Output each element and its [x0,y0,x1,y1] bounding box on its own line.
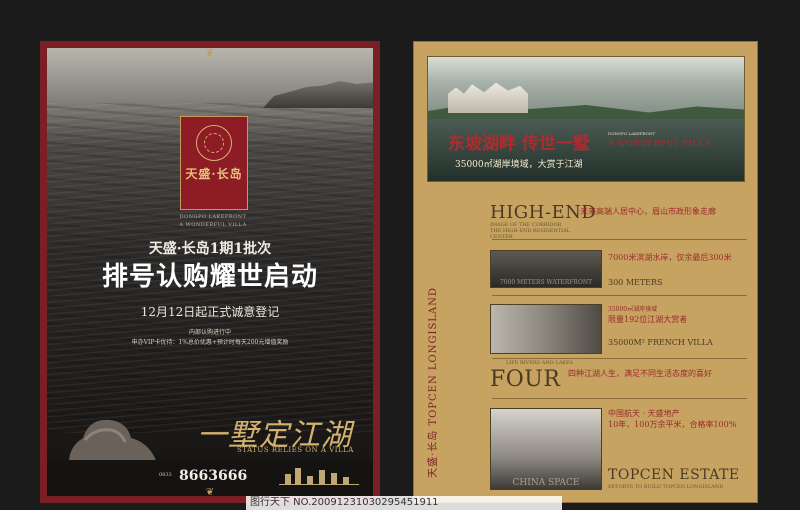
divider [492,239,747,240]
divider [492,295,747,296]
under-logo-line2: A WONDERFUL VILLA [179,222,247,228]
right-poster: 东坡湖畔 传世一墅 DONGPO LAKEFRONT A WONDERFUL V… [413,41,758,503]
side-text: 天盛·长岛 TOPCEN LONGISLAND [427,287,439,478]
offer-details: 内部认购进行中 申办VIP卡优待：1%总价优惠+预计时每天200元增值奖励 [47,328,373,348]
main-headline: 排号认购耀世启动 [101,262,318,292]
s1-sub: IMAGE OF THE CORRIDOR THE HIGH-END RESID… [490,222,571,240]
s4-small: LIFE RIVERS AND LAKES [506,360,574,366]
under-logo-line1: DONGPO LAKEFRONT [179,214,247,220]
s2-caption: 7000 METERS WATERFRONT [499,279,593,286]
s2-red: 7000米滨湖水岸，仅余最后300米 [608,253,732,262]
s4-title: FOUR [490,367,561,392]
s3-red: 限量192位江湖大赏者 [608,315,688,324]
left-poster: ❦ 天盛·长岛 · DONGPO LAKEFRONT A WONDERFUL V… [40,41,380,503]
phone-number: 8663666 [179,468,248,484]
offer-line1: 内部认购进行中 [188,329,231,336]
hero-en-small: DONGPO LAKEFRONT [608,131,656,136]
shoreline-houses [263,81,373,108]
hero-image: 东坡湖畔 传世一墅 DONGPO LAKEFRONT A WONDERFUL V… [427,56,745,182]
s5-title: TOPCEN ESTATE [608,467,740,483]
s5-caption: CHINA SPACE [512,478,580,488]
under-logo-text: DONGPO LAKEFRONT A WONDERFUL VILLA [165,214,261,230]
slogan-en: STATUS RELIES ON A VILLA [237,446,354,454]
s2-dark: 300 METERS [608,278,663,287]
divider [492,398,747,399]
side-branding: 天盛·长岛 TOPCEN LONGISLAND [414,287,444,497]
phase-line: 天盛·长岛1期1批次 [148,241,272,257]
s1-red: 未来高端人居中心，眉山市政形象走廊 [580,207,716,216]
phone-prefix: 0833 [159,472,172,478]
divider [492,358,747,359]
date-line: 12月12日起正式诚意登记 [140,305,280,319]
offer-line2: 申办VIP卡优待：1%总价优惠+预计时每天200元增值奖励 [131,339,289,346]
s4-red: 四种江湖人生，满足不同生活态度的喜好 [568,369,712,378]
logo-sub: · [213,184,215,189]
emblem-icon [196,125,232,161]
skyline-icon [279,466,359,485]
hero-title: 东坡湖畔 传世一墅 [448,134,590,154]
s5-red: 中国航天 · 天盛地产 10年，100万余平米，合格率100% [608,409,737,429]
hero-en: A WONDERFUL VILLA [608,139,711,148]
ornament-icon: ❦ [205,487,215,496]
left-poster-body: ❦ 天盛·长岛 · DONGPO LAKEFRONT A WONDERFUL V… [47,48,373,496]
hero-subtitle: 35000㎡湖岸境域，大赏于江湖 [455,160,583,170]
waterfront-photo: 7000 METERS WATERFRONT [490,250,602,288]
china-space-photo: CHINA SPACE [490,408,602,490]
ornament-icon: ❦ [205,48,215,59]
s3-dark: 35000M² FRENCH VILLA [608,338,713,347]
logo-name: 天盛·长岛 [185,167,243,181]
brand-logo: 天盛·长岛 · [180,116,248,210]
s5-sub: EFFORTS TO BUILD TOPCEN LONGISLAND [608,484,724,490]
watermark: 图行天下 NO.20091231030295451911 [246,496,562,510]
french-villa-photo [490,304,602,354]
